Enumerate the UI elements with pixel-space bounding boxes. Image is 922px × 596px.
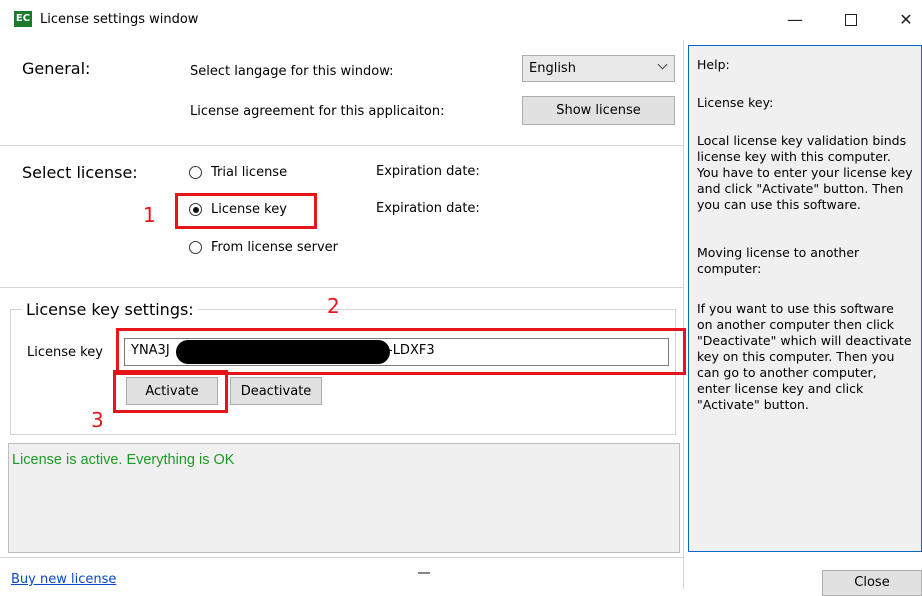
help-panel[interactable]: Help: License key: Local license key val… [688,45,922,552]
language-select-value: English [529,61,576,76]
language-label: Select langage for this window: [190,64,394,79]
maximize-icon [845,14,857,26]
decorative-mark [418,572,430,574]
license-key-label: License key [27,345,103,360]
window-close-button[interactable]: ✕ [891,8,921,32]
radio-license-server[interactable] [189,241,202,254]
section-divider [0,145,683,146]
general-section-title: General: [22,59,91,78]
annotation-number-3: 3 [91,408,104,432]
help-paragraph-validation: Local license key validation binds licen… [697,133,913,212]
help-paragraph-moving: If you want to use this software on anot… [697,301,912,412]
status-message: License is active. Everything is OK [12,452,235,468]
license-key-settings-title: License key settings: [22,300,198,319]
annotation-box-2 [116,328,686,375]
close-button[interactable]: Close [822,570,922,596]
minimize-button[interactable]: — [780,8,810,32]
radio-trial-license[interactable] [189,166,202,179]
expiration-date-label-trial: Expiration date: [376,164,480,179]
buy-new-license-link[interactable]: Buy new license [11,572,116,587]
deactivate-button[interactable]: Deactivate [230,377,322,405]
radio-license-server-label: From license server [211,240,339,255]
help-title: Help: [697,57,730,72]
help-paragraph-moving-title: Moving license to another computer: [697,245,860,276]
annotation-box-1 [175,193,317,229]
select-license-title: Select license: [22,163,138,182]
maximize-button[interactable] [836,8,866,32]
radio-trial-label: Trial license [211,165,288,180]
panel-divider [683,40,684,589]
section-divider [0,287,683,288]
help-subtitle: License key: [697,95,774,110]
annotation-number-2: 2 [327,294,340,318]
annotation-box-3 [113,370,228,413]
app-logo-icon: EC [14,11,32,27]
language-select[interactable]: English [522,55,675,82]
section-divider [0,557,683,558]
show-license-button[interactable]: Show license [522,96,675,125]
annotation-number-1: 1 [143,203,156,227]
expiration-date-label-key: Expiration date: [376,201,480,216]
agreement-label: License agreement for this applicaiton: [190,104,445,119]
window-title: License settings window [40,12,199,27]
chevron-down-icon [657,59,668,70]
